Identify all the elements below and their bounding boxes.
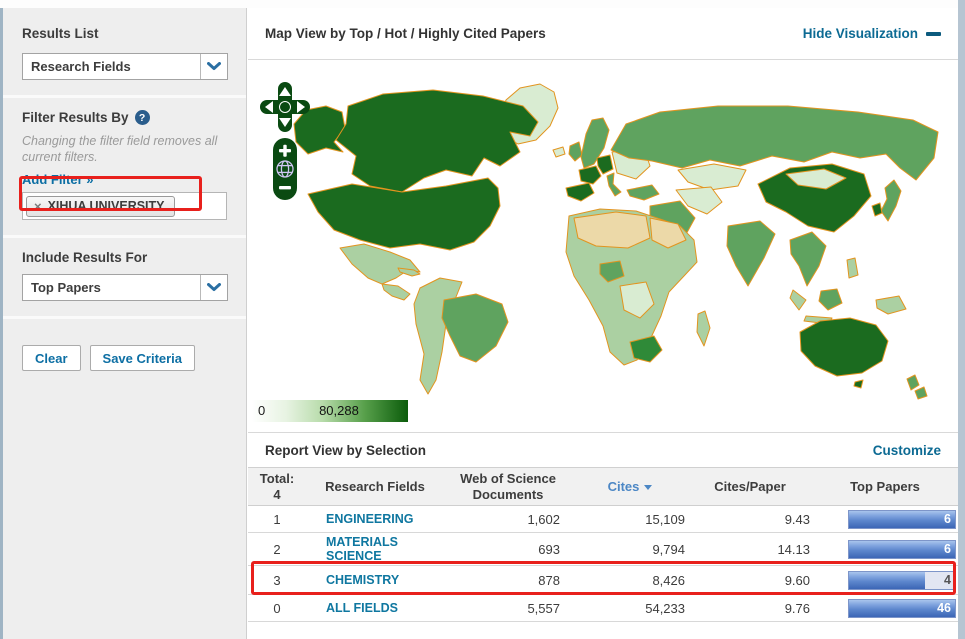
map-view-title: Map View by Top / Hot / Highly Cited Pap… xyxy=(265,26,546,41)
table-row-all-fields: 0 ALL FIELDS 5,557 54,233 9.76 46 xyxy=(248,595,958,622)
chevron-down-icon[interactable] xyxy=(200,54,227,79)
column-header-cites[interactable]: Cites xyxy=(572,468,688,505)
cites-value: 54,233 xyxy=(645,600,685,616)
filter-tag-label: XIHUA UNIVERSITY xyxy=(47,199,165,214)
top-papers-value: 4 xyxy=(944,572,951,587)
cites-per-paper-value: 14.13 xyxy=(777,541,810,557)
top-papers-value: 6 xyxy=(944,511,951,526)
column-header-top-papers: Top Papers xyxy=(850,478,920,494)
include-results-section: Include Results For Top Papers xyxy=(3,238,246,320)
save-criteria-button[interactable]: Save Criteria xyxy=(89,345,196,372)
actions-section: Clear Save Criteria xyxy=(3,319,246,386)
map-zoom-control[interactable] xyxy=(273,138,297,200)
window-scrollbar-strip[interactable] xyxy=(958,0,965,639)
table-row-materials-science: 2 MATERIALS SCIENCE 693 9,794 14.13 6 xyxy=(248,533,958,566)
filter-by-heading: Filter Results By xyxy=(22,110,129,125)
results-list-select[interactable]: Research Fields xyxy=(22,53,228,80)
top-papers-bar: 46 xyxy=(848,598,956,618)
include-results-select[interactable]: Top Papers xyxy=(22,274,228,302)
cites-value: 15,109 xyxy=(645,511,685,527)
results-list-heading: Results List xyxy=(22,26,99,41)
sort-descending-icon xyxy=(644,485,653,490)
column-header-wos-documents: Web of Science Documents xyxy=(460,470,556,502)
row-rank: 1 xyxy=(273,511,281,527)
main-panel: Map View by Top / Hot / Highly Cited Pap… xyxy=(248,8,958,639)
results-list-section: Results List Research Fields xyxy=(3,8,246,98)
cites-per-paper-value: 9.60 xyxy=(784,572,810,588)
table-header-row: Total: 4 Research Fields Web of Science D… xyxy=(248,467,958,506)
hide-visualization-link[interactable]: Hide Visualization xyxy=(803,26,941,41)
remove-filter-icon[interactable]: × xyxy=(34,199,42,214)
row-rank: 0 xyxy=(273,600,281,616)
wos-documents-value: 693 xyxy=(538,541,560,557)
top-papers-bar: 6 xyxy=(848,539,956,559)
filter-input[interactable]: × XIHUA UNIVERSITY xyxy=(22,192,227,221)
cites-value: 8,426 xyxy=(652,572,685,588)
field-link[interactable]: MATERIALS SCIENCE xyxy=(326,535,444,564)
map-legend: 0 80,288 xyxy=(252,400,408,422)
top-papers-value: 46 xyxy=(937,600,951,615)
field-link[interactable]: ALL FIELDS xyxy=(326,601,398,615)
report-view-header: Report View by Selection Customize xyxy=(248,433,958,467)
field-link[interactable]: ENGINEERING xyxy=(326,512,414,526)
map-visualization[interactable]: 0 80,288 xyxy=(248,60,958,433)
add-filter-link[interactable]: Add Filter » xyxy=(22,172,94,187)
cites-value: 9,794 xyxy=(652,541,685,557)
column-header-cites-paper: Cites/Paper xyxy=(714,478,786,494)
help-icon[interactable]: ? xyxy=(134,110,150,125)
minus-icon xyxy=(926,31,941,36)
top-papers-bar: 4 xyxy=(848,570,956,590)
legend-max-value: 80,288 xyxy=(319,403,359,418)
map-view-header: Map View by Top / Hot / Highly Cited Pap… xyxy=(248,8,958,60)
legend-min-value: 0 xyxy=(258,403,266,418)
top-papers-bar: 6 xyxy=(848,509,956,529)
filter-by-section: Filter Results By ? Changing the filter … xyxy=(3,98,246,239)
customize-link[interactable]: Customize xyxy=(873,443,941,458)
row-rank: 2 xyxy=(273,541,281,557)
chevron-down-icon[interactable] xyxy=(200,275,227,301)
world-map[interactable] xyxy=(248,62,958,402)
field-link[interactable]: CHEMISTRY xyxy=(326,573,399,587)
zoom-out-button[interactable] xyxy=(279,186,291,190)
table-row-chemistry: 3 CHEMISTRY 878 8,426 9.60 4 xyxy=(248,566,958,595)
wos-documents-value: 5,557 xyxy=(527,600,560,616)
wos-documents-value: 1,602 xyxy=(527,511,560,527)
row-rank: 3 xyxy=(273,572,281,588)
column-header-total: Total: 4 xyxy=(259,470,295,502)
column-header-research-fields: Research Fields xyxy=(325,478,425,494)
results-list-selected-value: Research Fields xyxy=(31,59,131,74)
cites-per-paper-value: 9.43 xyxy=(784,511,810,527)
map-countries[interactable] xyxy=(293,83,939,400)
filter-tag[interactable]: × XIHUA UNIVERSITY xyxy=(26,195,175,217)
clear-button[interactable]: Clear xyxy=(22,345,81,372)
wos-documents-value: 878 xyxy=(538,572,560,588)
filter-sidebar: Results List Research Fields Filter Resu… xyxy=(3,8,247,639)
table-row-engineering: 1 ENGINEERING 1,602 15,109 9.43 6 xyxy=(248,506,958,533)
include-results-selected-value: Top Papers xyxy=(31,280,101,296)
cites-per-paper-value: 9.76 xyxy=(784,600,810,616)
report-view-title: Report View by Selection xyxy=(265,442,427,458)
top-papers-value: 6 xyxy=(944,541,951,556)
window-top-strip xyxy=(0,0,965,8)
filter-note: Changing the filter field removes all cu… xyxy=(22,134,218,164)
esi-page: Results List Research Fields Filter Resu… xyxy=(0,0,965,639)
include-results-heading: Include Results For xyxy=(22,250,148,266)
